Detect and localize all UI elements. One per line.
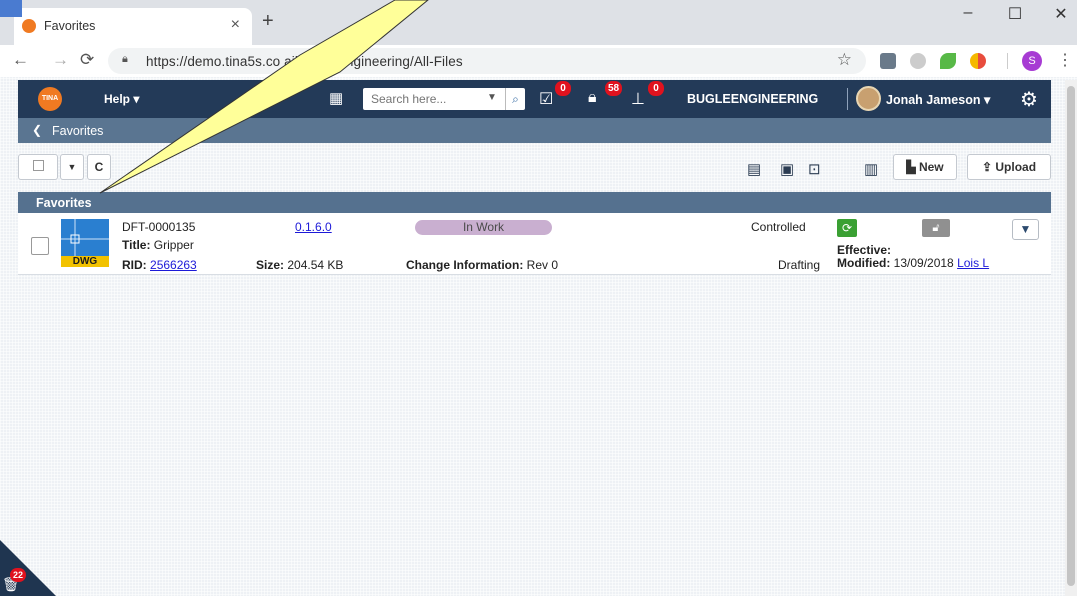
modified-line: Modified: 13/09/2018 Lois L (837, 256, 989, 270)
status-badge: In Work (415, 220, 552, 235)
modified-label: Modified: (837, 256, 891, 270)
list-view-icon[interactable]: ▤ (747, 160, 761, 178)
file-type-label: DWG (61, 256, 109, 267)
refresh-button[interactable]: C (87, 154, 111, 180)
search-box: ▼ ⌕ (363, 88, 525, 110)
title-label: Title: (122, 238, 151, 252)
category: Drafting (778, 258, 821, 272)
back-icon[interactable]: ← (12, 50, 29, 70)
checkbox-icon (32, 160, 44, 171)
list-item[interactable]: DWG DFT-0000135 Title: Gripper RID: 2566… (18, 213, 1051, 275)
favorite-icon[interactable]: ⊡ (808, 160, 821, 178)
size-line: Size: 204.54 KB (256, 258, 343, 272)
chevron-down-icon[interactable]: ▼ (1012, 219, 1039, 240)
workflow-badge: 0 (648, 81, 664, 96)
change-line: Change Information: Rev 0 (406, 258, 558, 272)
row-checkbox[interactable] (31, 237, 49, 255)
favicon-icon (22, 19, 36, 33)
search-input[interactable] (363, 88, 481, 110)
upload-button[interactable]: ⇪ Upload (967, 154, 1051, 180)
locks-badge: 58 (605, 81, 623, 96)
details-icon[interactable]: ▥ (864, 160, 878, 178)
modified-by-link[interactable]: Lois L (957, 256, 989, 270)
workflow-icon[interactable]: ⊥ (631, 89, 645, 109)
minimize-button[interactable]: – (953, 4, 983, 22)
document-number[interactable]: DFT-0000135 (122, 220, 195, 234)
unlock-icon[interactable]: 🔓︎ (922, 219, 950, 237)
app-logo[interactable]: TINA (38, 87, 62, 111)
scrollbar-thumb[interactable] (1067, 86, 1075, 586)
folder-icon[interactable]: ▣ (780, 160, 794, 178)
close-window-button[interactable]: ✕ (1046, 4, 1076, 24)
title-value: Gripper (153, 238, 194, 252)
profile-avatar[interactable]: S (1022, 51, 1042, 71)
corner-marker (0, 0, 22, 17)
panel-title: Favorites (36, 196, 92, 210)
help-menu[interactable]: Help ▾ (104, 92, 139, 106)
new-button[interactable]: ▙ New (893, 154, 957, 180)
reload-icon[interactable]: ⟳ (80, 50, 94, 70)
modified-date: 13/09/2018 (893, 256, 954, 270)
refresh-icon: C (94, 160, 104, 174)
new-button-label: New (918, 160, 944, 174)
tab-close-icon[interactable]: × (231, 16, 240, 34)
extension-icon[interactable] (940, 53, 956, 69)
change-label: Change Information: (406, 258, 524, 272)
apps-grid-icon[interactable]: ▦ (329, 89, 343, 107)
forward-icon[interactable]: → (52, 50, 69, 70)
tab-title: Favorites (44, 19, 96, 33)
version-link[interactable]: 0.1.6.0 (295, 220, 332, 234)
browser-tab-strip: Favorites × + – ☐ ✕ (0, 0, 1077, 45)
address-bar[interactable]: 🔒︎ https://demo.tina5s.co ail/BugleEngin… (108, 48, 866, 74)
toolbar-divider (1007, 53, 1008, 69)
sync-icon[interactable]: ⟳ (837, 219, 857, 237)
dwg-file-icon[interactable]: DWG (61, 219, 109, 267)
favorites-panel-header: Favorites (18, 192, 1051, 213)
url-text[interactable]: https://demo.tina5s.co ail/BugleEngineer… (146, 54, 463, 69)
extension-icon[interactable] (910, 53, 926, 69)
lock-icon: 🔒︎ (122, 53, 128, 65)
select-dropdown[interactable]: ▼ (60, 154, 84, 180)
control-status: Controlled (751, 220, 806, 234)
search-icon[interactable]: ⌕ (505, 88, 525, 110)
file-new-icon: ▙ (906, 160, 916, 174)
star-icon[interactable]: ☆ (837, 50, 852, 70)
size-label: Size: (256, 258, 285, 272)
browser-menu-icon[interactable]: ⋮ (1057, 50, 1073, 70)
new-tab-button[interactable]: + (262, 10, 274, 33)
upload-icon: ⇪ (981, 160, 993, 174)
breadcrumb-title[interactable]: Favorites (52, 124, 103, 138)
trash-badge: 22 (10, 568, 26, 582)
lock-badge-icon[interactable]: 🔒︎ (588, 89, 597, 107)
rid-label: RID: (122, 258, 147, 272)
organization-name[interactable]: BUGLEENGINEERING (687, 92, 818, 106)
rid-line: RID: 2566263 (122, 258, 197, 272)
select-all-checkbox[interactable] (18, 154, 58, 180)
drawing-lines (61, 219, 109, 256)
size-value: 204.54 KB (287, 258, 344, 272)
header-divider (847, 88, 848, 110)
change-value: Rev 0 (526, 258, 559, 272)
app-header: TINA Help ▾ ▦ ▼ ⌕ ☑ 0 🔒︎ 58 ⊥ 0 BUGLEENG… (18, 80, 1051, 118)
maximize-button[interactable]: ☐ (1000, 4, 1030, 24)
gear-icon[interactable]: ⚙ (1020, 87, 1038, 112)
upload-button-label: Upload (995, 160, 1037, 174)
extension-icon[interactable] (970, 53, 986, 69)
back-chevron-icon[interactable]: ❮ (32, 123, 42, 137)
search-scope-dropdown[interactable]: ▼ (487, 92, 497, 103)
tasks-icon[interactable]: ☑ (539, 89, 553, 109)
browser-toolbar: ← → ⟳ 🔒︎ https://demo.tina5s.co ail/Bugl… (0, 45, 1077, 77)
effective-label: Effective: (837, 243, 892, 257)
avatar[interactable] (856, 86, 881, 111)
breadcrumb: ❮ Favorites (18, 118, 1051, 143)
browser-tab[interactable]: Favorites × (14, 8, 252, 45)
tasks-badge: 0 (555, 81, 571, 96)
extension-icon[interactable] (880, 53, 896, 69)
rid-link[interactable]: 2566263 (150, 258, 197, 272)
title-line: Title: Gripper (122, 238, 194, 252)
user-menu[interactable]: Jonah Jameson ▾ (886, 92, 990, 107)
